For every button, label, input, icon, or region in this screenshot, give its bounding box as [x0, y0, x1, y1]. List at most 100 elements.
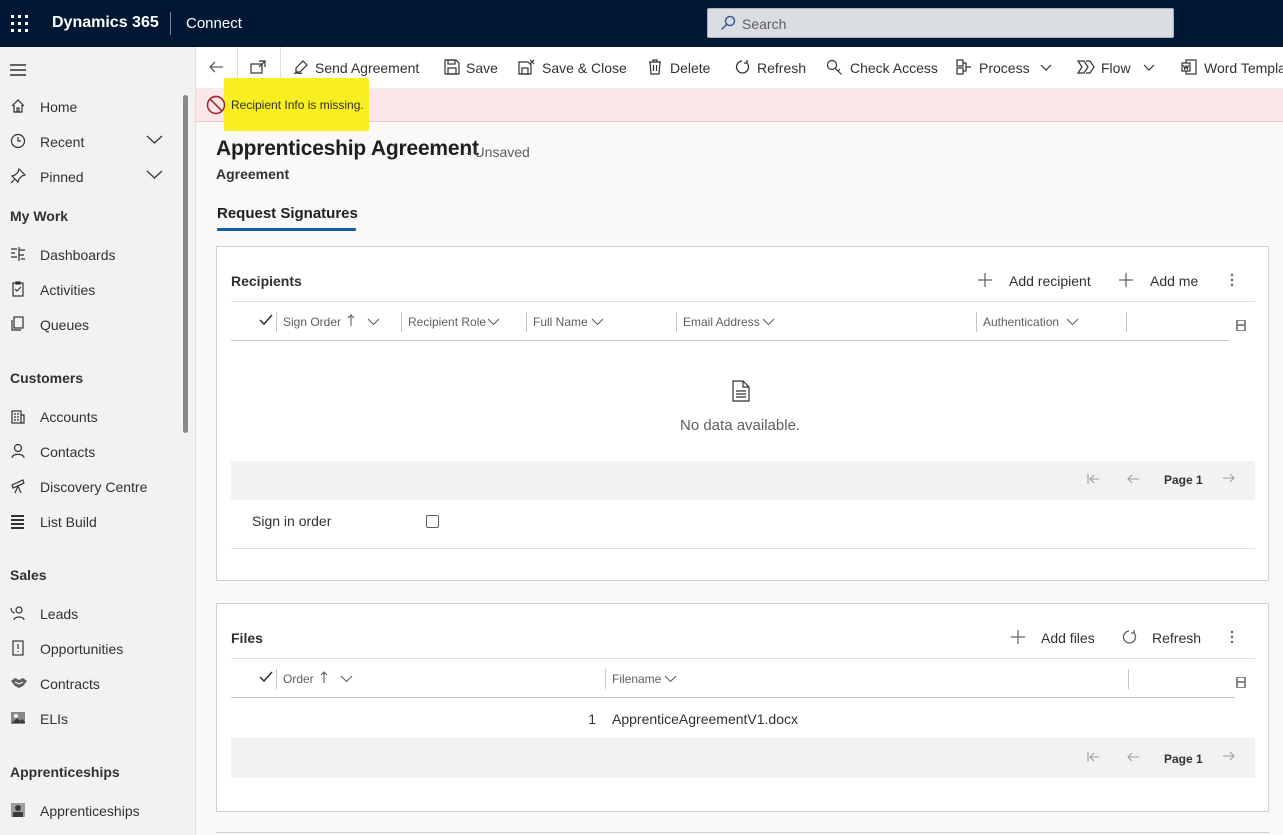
app-name[interactable]: Dynamics 365: [52, 14, 159, 32]
nav-item-label: Apprenticeships: [40, 803, 140, 819]
column-header-email-address[interactable]: Email Address: [683, 315, 760, 329]
chevron-down-icon[interactable]: [591, 318, 604, 326]
divider: [231, 548, 1255, 549]
previous-page-icon[interactable]: [1127, 751, 1140, 763]
column-header-filename[interactable]: Filename: [612, 672, 661, 686]
select-all-checkmark-icon[interactable]: [259, 314, 273, 326]
nav-item-apprenticeships[interactable]: Apprenticeships: [0, 796, 178, 826]
queue-icon: [10, 316, 26, 332]
save-close-label: Save & Close: [542, 60, 627, 76]
nav-item-queues[interactable]: Queues: [0, 310, 178, 340]
sidenav-scrollbar[interactable]: [183, 95, 188, 433]
nav-item-dashboards[interactable]: Dashboards: [0, 240, 178, 270]
save-icon: [444, 59, 460, 75]
grid-header-divider: [231, 340, 1229, 341]
files-refresh-button[interactable]: Refresh: [1121, 629, 1203, 649]
add-recipient-label: Add recipient: [1009, 273, 1091, 289]
building-icon: [10, 408, 26, 424]
nav-item-label: Contacts: [40, 444, 96, 460]
add-files-button[interactable]: Add files: [1010, 629, 1096, 649]
flow-button[interactable]: Flow: [1077, 47, 1163, 89]
search-box[interactable]: Search: [707, 8, 1174, 38]
column-divider: [276, 312, 277, 332]
app-launcher-icon[interactable]: [11, 15, 29, 33]
save-close-button[interactable]: Save & Close: [518, 47, 627, 89]
column-header-order[interactable]: Order: [283, 672, 314, 686]
pop-out-icon: [250, 59, 267, 75]
first-page-icon[interactable]: [1087, 751, 1100, 763]
divider: [231, 658, 1255, 659]
nav-item-leads[interactable]: Leads: [0, 599, 178, 629]
column-header-authentication[interactable]: Authentication: [983, 315, 1059, 329]
word-document-icon: [1181, 59, 1197, 75]
chevron-down-icon[interactable]: [340, 675, 353, 683]
column-header-sign-order[interactable]: Sign Order: [283, 315, 341, 329]
nav-item-contacts[interactable]: Contacts: [0, 437, 178, 467]
column-settings-icon[interactable]: [1236, 677, 1246, 688]
hamburger-menu-icon[interactable]: [10, 63, 26, 77]
chevron-down-icon[interactable]: [762, 318, 775, 326]
delete-button[interactable]: Delete: [647, 47, 713, 89]
delete-label: Delete: [670, 60, 711, 76]
plus-icon: [977, 272, 993, 288]
tab-request-signatures[interactable]: Request Signatures: [217, 205, 358, 222]
save-label: Save: [466, 60, 498, 76]
chevron-down-icon[interactable]: [1143, 64, 1155, 72]
nav-item-activities[interactable]: Activities: [0, 275, 178, 305]
next-page-icon[interactable]: [1222, 472, 1235, 484]
column-settings-icon[interactable]: [1236, 320, 1246, 331]
plus-icon: [1118, 272, 1134, 288]
file-order-cell: 1: [588, 711, 596, 727]
more-options-icon[interactable]: [1230, 630, 1236, 646]
nav-item-pinned[interactable]: Pinned: [0, 162, 178, 192]
nav-item-label: Accounts: [40, 409, 98, 425]
chevron-down-icon[interactable]: [487, 318, 500, 326]
add-me-button[interactable]: Add me: [1118, 272, 1202, 292]
chevron-down-icon[interactable]: [1040, 64, 1052, 72]
nav-item-contracts[interactable]: Contracts: [0, 669, 178, 699]
file-name-cell[interactable]: ApprenticeAgreementV1.docx: [612, 711, 798, 727]
check-access-button[interactable]: Check Access: [826, 47, 938, 89]
refresh-icon: [1121, 629, 1137, 645]
next-page-icon[interactable]: [1222, 750, 1235, 762]
nav-item-elis[interactable]: ELIs: [0, 704, 178, 734]
chevron-down-icon[interactable]: [664, 675, 677, 683]
nav-item-label: Opportunities: [40, 641, 124, 657]
nav-item-accounts[interactable]: Accounts: [0, 402, 178, 432]
nav-item-recent[interactable]: Recent: [0, 127, 178, 157]
add-recipient-button[interactable]: Add recipient: [977, 272, 1095, 292]
column-divider: [605, 669, 606, 689]
nav-item-label: List Build: [40, 514, 97, 530]
select-all-checkmark-icon[interactable]: [259, 671, 273, 683]
refresh-button[interactable]: Refresh: [734, 47, 806, 89]
column-header-recipient-role[interactable]: Recipient Role: [408, 315, 486, 329]
nav-item-discovery-centre[interactable]: Discovery Centre: [0, 472, 178, 502]
nav-item-label: Pinned: [40, 169, 84, 185]
nav-item-opportunities[interactable]: Opportunities: [0, 634, 178, 664]
sort-ascending-icon: [320, 671, 328, 684]
process-button[interactable]: Process: [956, 47, 1052, 89]
more-options-icon[interactable]: [1230, 273, 1236, 289]
nav-item-list-build[interactable]: List Build: [0, 507, 178, 537]
key-search-icon: [826, 59, 843, 76]
first-page-icon[interactable]: [1087, 473, 1100, 485]
recipients-title: Recipients: [231, 273, 302, 289]
nav-item-home[interactable]: Home: [0, 92, 178, 122]
sign-in-order-checkbox[interactable]: [426, 515, 439, 528]
column-divider: [1128, 669, 1129, 689]
list-icon: [10, 513, 26, 529]
chevron-down-icon[interactable]: [146, 135, 163, 145]
word-templates-button[interactable]: Word Templa: [1181, 47, 1283, 89]
save-button[interactable]: Save: [444, 47, 498, 89]
column-header-full-name[interactable]: Full Name: [533, 315, 588, 329]
page-indicator: Page 1: [1164, 473, 1203, 487]
nav-item-label: Activities: [40, 282, 96, 298]
grid-footer: Page 1: [231, 461, 1255, 500]
home-icon: [10, 98, 26, 114]
area-name[interactable]: Connect: [186, 15, 242, 32]
table-row[interactable]: 1 ApprenticeAgreementV1.docx: [231, 698, 1235, 738]
chevron-down-icon[interactable]: [367, 318, 380, 326]
chevron-down-icon[interactable]: [146, 170, 163, 180]
chevron-down-icon[interactable]: [1066, 318, 1079, 326]
previous-page-icon[interactable]: [1127, 473, 1140, 485]
